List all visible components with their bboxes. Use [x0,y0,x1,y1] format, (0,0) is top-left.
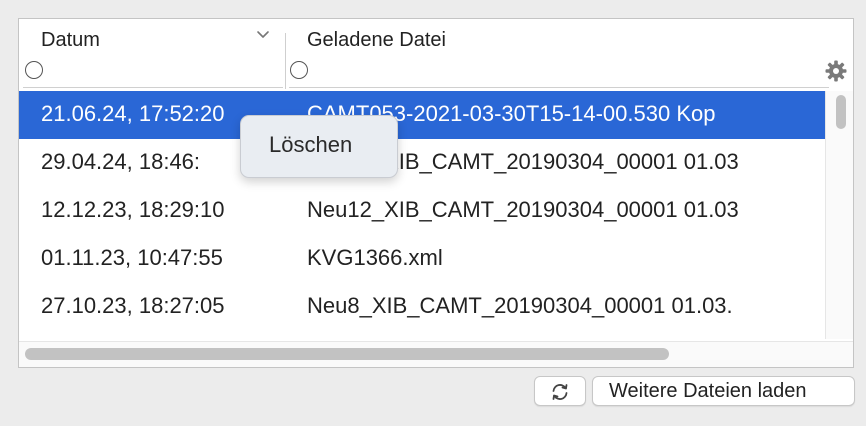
cell-date: 29.04.24, 18:46: [41,149,201,174]
table-header: Datum Geladene Datei [19,19,853,92]
load-more-files-label: Weitere Dateien laden [609,380,807,402]
refresh-icon [552,384,568,400]
file-filter-toggle[interactable] [290,61,308,79]
column-header-date[interactable]: Datum [19,19,283,91]
chevron-down-icon[interactable] [255,27,271,43]
table-row[interactable]: 29.04.24, 18:46: Neu13_XIB_CAMT_20190304… [19,139,825,187]
table-row[interactable]: 01.11.23, 10:47:55 KVG1366.xml [19,235,825,283]
gear-icon[interactable] [824,59,848,83]
horizontal-scrollbar-thumb[interactable] [25,348,669,360]
refresh-button[interactable] [534,376,586,406]
date-filter-field[interactable] [23,87,283,88]
date-filter-toggle[interactable] [25,61,43,79]
table-row[interactable]: 21.06.24, 17:52:20 CAMT053-2021-03-30T15… [19,91,825,139]
cell-date: 01.11.23, 10:47:55 [41,245,223,270]
load-more-files-button[interactable]: Weitere Dateien laden [592,376,855,406]
column-title-date: Datum [41,29,100,51]
vertical-scrollbar[interactable] [825,91,853,339]
menu-item-delete[interactable]: Löschen [269,132,352,158]
cell-date: 21.06.24, 17:52:20 [41,101,225,126]
table-body: 21.06.24, 17:52:20 CAMT053-2021-03-30T15… [19,91,825,339]
cell-date: 12.12.23, 18:29:10 [41,197,225,222]
vertical-scrollbar-thumb[interactable] [836,95,846,129]
column-divider[interactable] [285,33,286,89]
file-history-table: Datum Geladene Datei 21.06.24, 17:52:20 … [18,18,854,368]
column-header-file[interactable]: Geladene Datei [287,19,829,91]
column-title-file: Geladene Datei [307,29,446,51]
horizontal-scrollbar[interactable] [19,341,853,367]
table-row[interactable]: 27.10.23, 18:27:05 Neu8_XIB_CAMT_2019030… [19,283,825,331]
file-filter-field[interactable] [289,87,829,88]
cell-file: Neu12_XIB_CAMT_20190304_00001 01.03 [307,197,739,222]
cell-file: Neu8_XIB_CAMT_20190304_00001 01.03. [307,293,733,318]
table-row[interactable]: 12.12.23, 18:29:10 Neu12_XIB_CAMT_201903… [19,187,825,235]
context-menu: Löschen [240,115,398,178]
cell-date: 27.10.23, 18:27:05 [41,293,225,318]
cell-file: KVG1366.xml [307,245,443,270]
